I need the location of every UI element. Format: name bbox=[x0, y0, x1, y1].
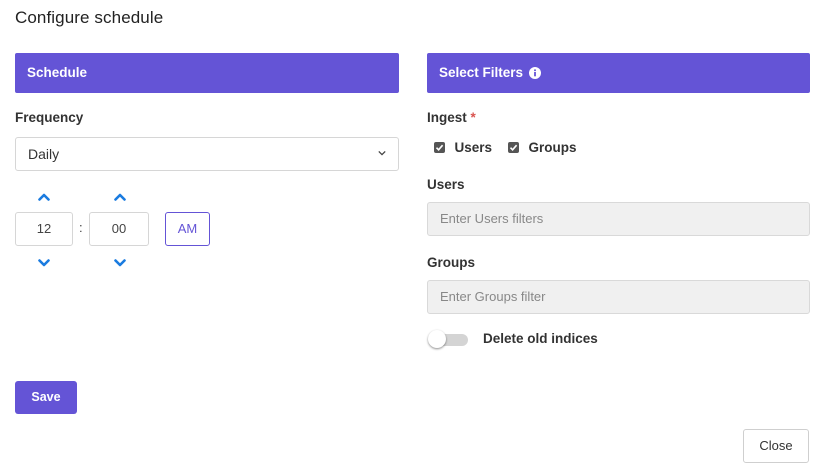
hour-input[interactable]: 12 bbox=[15, 212, 73, 246]
frequency-select[interactable]: Daily bbox=[15, 137, 399, 171]
checkbox-checked-icon bbox=[509, 144, 518, 151]
users-checkbox[interactable] bbox=[434, 142, 445, 153]
users-checkbox-label: Users bbox=[454, 140, 492, 155]
filters-heading: Select Filters bbox=[439, 65, 524, 80]
meridiem-toggle-button[interactable]: AM bbox=[165, 212, 210, 246]
delete-old-indices-label: Delete old indices bbox=[483, 331, 598, 346]
minute-input[interactable]: 00 bbox=[89, 212, 149, 246]
chevron-down-icon bbox=[378, 150, 386, 156]
groups-checkbox-label: Groups bbox=[528, 140, 577, 155]
minute-decrement-icon[interactable] bbox=[114, 259, 126, 267]
frequency-value: Daily bbox=[28, 146, 60, 162]
schedule-heading: Schedule bbox=[27, 65, 88, 80]
dialog-title: Configure schedule bbox=[15, 8, 164, 27]
close-button[interactable]: Close bbox=[743, 429, 809, 463]
required-asterisk: * bbox=[470, 110, 476, 125]
filters-section-header: Select Filters bbox=[427, 53, 810, 93]
groups-filter-label: Groups bbox=[427, 255, 476, 270]
groups-filter-placeholder: Enter Groups filter bbox=[440, 289, 546, 304]
schedule-section-header: Schedule bbox=[15, 53, 399, 93]
save-button[interactable]: Save bbox=[15, 381, 77, 414]
ingest-groups-option[interactable]: Groups bbox=[508, 139, 576, 157]
hour-decrement-icon[interactable] bbox=[38, 259, 50, 267]
toggle-knob bbox=[428, 330, 446, 348]
groups-checkbox[interactable] bbox=[508, 142, 519, 153]
ingest-label-text: Ingest bbox=[427, 110, 467, 125]
time-separator: : bbox=[79, 220, 83, 235]
checkbox-checked-icon bbox=[435, 144, 444, 151]
users-filter-input[interactable]: Enter Users filters bbox=[427, 202, 810, 236]
ingest-users-option[interactable]: Users bbox=[434, 139, 492, 157]
users-filter-placeholder: Enter Users filters bbox=[440, 211, 544, 226]
minute-increment-icon[interactable] bbox=[114, 193, 126, 201]
groups-filter-input[interactable]: Enter Groups filter bbox=[427, 280, 810, 314]
users-filter-label: Users bbox=[427, 177, 465, 192]
frequency-label: Frequency bbox=[15, 110, 84, 125]
hour-increment-icon[interactable] bbox=[38, 193, 50, 201]
info-circle-icon[interactable] bbox=[528, 67, 541, 79]
ingest-label: Ingest * bbox=[427, 110, 476, 125]
delete-old-indices-toggle[interactable] bbox=[428, 330, 470, 348]
